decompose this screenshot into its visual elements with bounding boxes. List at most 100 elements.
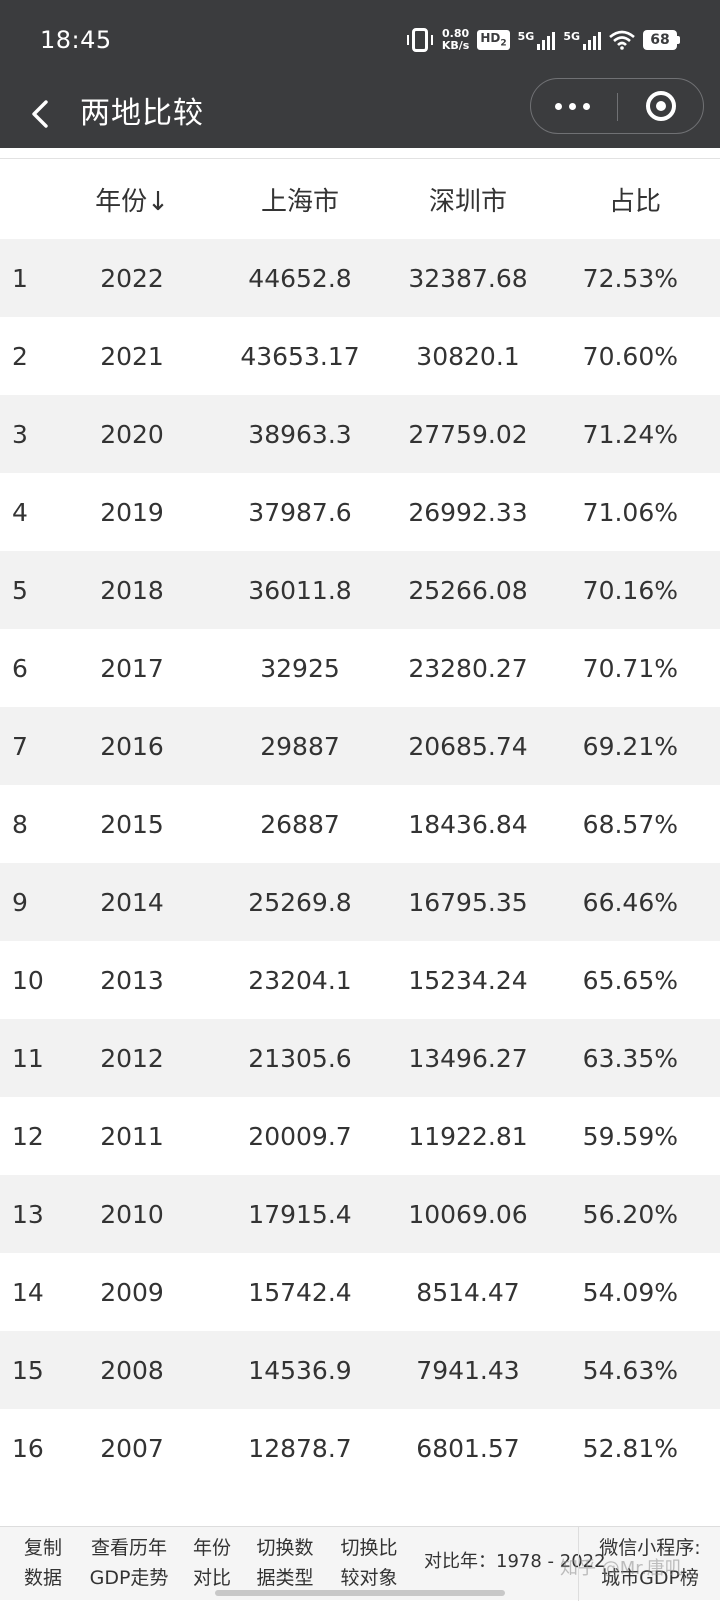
row-ratio: 56.20%	[582, 1199, 678, 1229]
more-dots-icon	[555, 103, 562, 110]
more-menu-button[interactable]	[531, 79, 617, 133]
row-year: 2010	[100, 1199, 164, 1229]
table-row: 3 2020 38963.3 27759.02 71.24%	[0, 395, 720, 473]
header-year-sort[interactable]: 年份↓	[72, 159, 192, 239]
table-row: 5 2018 36011.8 25266.08 70.16%	[0, 551, 720, 629]
table-row: 11 2012 21305.6 13496.27 63.35%	[0, 1019, 720, 1097]
back-arrow-icon[interactable]	[26, 90, 56, 138]
row-ratio: 63.35%	[582, 1043, 678, 1073]
table-row: 16 2007 12878.7 6801.57 52.81%	[0, 1409, 720, 1487]
target-close-icon	[646, 91, 676, 121]
row-index: 14	[12, 1277, 44, 1307]
row-shanghai-gdp: 36011.8	[248, 575, 352, 605]
row-shanghai-gdp: 20009.7	[248, 1121, 352, 1151]
year-compare-label-2: 对比	[192, 1567, 231, 1589]
table-row: 2 2021 43653.17 30820.1 70.60%	[0, 317, 720, 395]
table-body: 1 2022 44652.8 32387.68 72.53% 2 2021 43653.17 3…	[0, 239, 720, 1487]
row-ratio: 65.65%	[582, 965, 678, 995]
row-shanghai-gdp: 15742.4	[248, 1277, 352, 1307]
signal-5g-label-sim1: 5G	[517, 30, 535, 43]
row-year: 2016	[100, 731, 164, 761]
row-shenzhen-gdp: 15234.24	[408, 965, 528, 995]
row-ratio: 68.57%	[582, 809, 678, 839]
row-shanghai-gdp: 12878.7	[248, 1433, 352, 1463]
vibrate-icon	[406, 28, 433, 52]
signal-5g-label-sim2: 5G	[563, 30, 580, 43]
row-shanghai-gdp: 38963.3	[248, 419, 352, 449]
header-ratio: 占比	[608, 186, 661, 217]
row-ratio: 54.09%	[582, 1277, 678, 1307]
status-time: 18:45	[40, 26, 112, 54]
hd-voice-icon: HD2	[477, 30, 510, 50]
row-shenzhen-gdp: 6801.57	[416, 1433, 520, 1463]
table-row: 8 2015 26887 18436.84 68.57%	[0, 785, 720, 863]
copy-data-button[interactable]: 复制 数据	[12, 1533, 74, 1593]
row-index: 9	[12, 887, 28, 917]
row-shanghai-gdp: 23204.1	[248, 965, 352, 995]
row-ratio: 66.46%	[582, 887, 678, 917]
row-shanghai-gdp: 44652.8	[248, 263, 352, 293]
table-row: 4 2019 37987.6 26992.33 71.06%	[0, 473, 720, 551]
row-shenzhen-gdp: 11922.81	[408, 1121, 528, 1151]
page-title: 两地比较	[80, 96, 204, 131]
row-ratio: 54.63%	[582, 1355, 678, 1385]
row-index: 1	[12, 263, 28, 293]
wifi-icon	[609, 30, 635, 50]
row-shenzhen-gdp: 32387.68	[408, 263, 528, 293]
home-indicator[interactable]	[215, 1590, 505, 1596]
row-shenzhen-gdp: 26992.33	[408, 497, 528, 527]
row-shanghai-gdp: 14536.9	[248, 1355, 352, 1385]
row-year: 2018	[100, 575, 164, 605]
row-index: 6	[12, 653, 28, 683]
row-year: 2022	[100, 263, 164, 293]
table-row: 6 2017 32925 23280.27 70.71%	[0, 629, 720, 707]
copy-data-label-2: 数据	[23, 1567, 62, 1589]
row-index: 8	[12, 809, 28, 839]
row-year: 2017	[100, 653, 164, 683]
row-shenzhen-gdp: 7941.43	[416, 1355, 520, 1385]
row-shanghai-gdp: 32925	[260, 653, 340, 683]
row-shanghai-gdp: 25269.8	[248, 887, 352, 917]
row-shenzhen-gdp: 27759.02	[408, 419, 528, 449]
network-speed-unit: KB/s	[441, 39, 470, 52]
row-year: 2020	[100, 419, 164, 449]
table-row: 9 2014 25269.8 16795.35 66.46%	[0, 863, 720, 941]
switch-data-type-button[interactable]: 切换数 据类型	[248, 1533, 322, 1593]
copy-data-label-1: 复制	[23, 1537, 62, 1559]
miniprogram-capsule	[530, 78, 704, 134]
row-index: 10	[12, 965, 44, 995]
row-ratio: 71.06%	[582, 497, 678, 527]
row-shanghai-gdp: 29887	[260, 731, 340, 761]
signal-icon-sim1: 5G	[518, 30, 556, 50]
year-compare-button[interactable]: 年份 对比	[184, 1533, 240, 1593]
row-ratio: 70.71%	[582, 653, 678, 683]
row-shenzhen-gdp: 18436.84	[408, 809, 528, 839]
row-shanghai-gdp: 37987.6	[248, 497, 352, 527]
row-shenzhen-gdp: 23280.27	[408, 653, 528, 683]
table-row: 13 2010 17915.4 10069.06 56.20%	[0, 1175, 720, 1253]
close-miniprogram-button[interactable]	[618, 79, 704, 133]
row-index: 12	[12, 1121, 44, 1151]
switch-compare-target-label-2: 较对象	[340, 1567, 398, 1589]
row-year: 2014	[100, 887, 164, 917]
row-index: 15	[12, 1355, 44, 1385]
signal-icon-sim2: 5G	[563, 30, 601, 50]
header-shanghai: 上海市	[260, 186, 339, 217]
row-year: 2008	[100, 1355, 164, 1385]
row-ratio: 70.16%	[582, 575, 678, 605]
row-year: 2021	[100, 341, 164, 371]
status-icons: 0.80 KB/s HD2 5G 5G 68	[406, 26, 680, 54]
row-year: 2011	[100, 1121, 164, 1151]
row-shenzhen-gdp: 30820.1	[416, 341, 520, 371]
row-ratio: 71.24%	[582, 419, 678, 449]
gdp-trend-button[interactable]: 查看历年 GDP走势	[80, 1533, 178, 1593]
switch-compare-target-button[interactable]: 切换比 较对象	[332, 1533, 406, 1593]
switch-compare-target-label-1: 切换比	[340, 1537, 398, 1559]
row-shanghai-gdp: 17915.4	[248, 1199, 352, 1229]
row-index: 11	[12, 1043, 44, 1073]
row-year: 2007	[100, 1433, 164, 1463]
row-ratio: 59.59%	[582, 1121, 678, 1151]
row-ratio: 70.60%	[582, 341, 678, 371]
row-shanghai-gdp: 21305.6	[248, 1043, 352, 1073]
gdp-trend-label-1: 查看历年	[90, 1537, 167, 1559]
